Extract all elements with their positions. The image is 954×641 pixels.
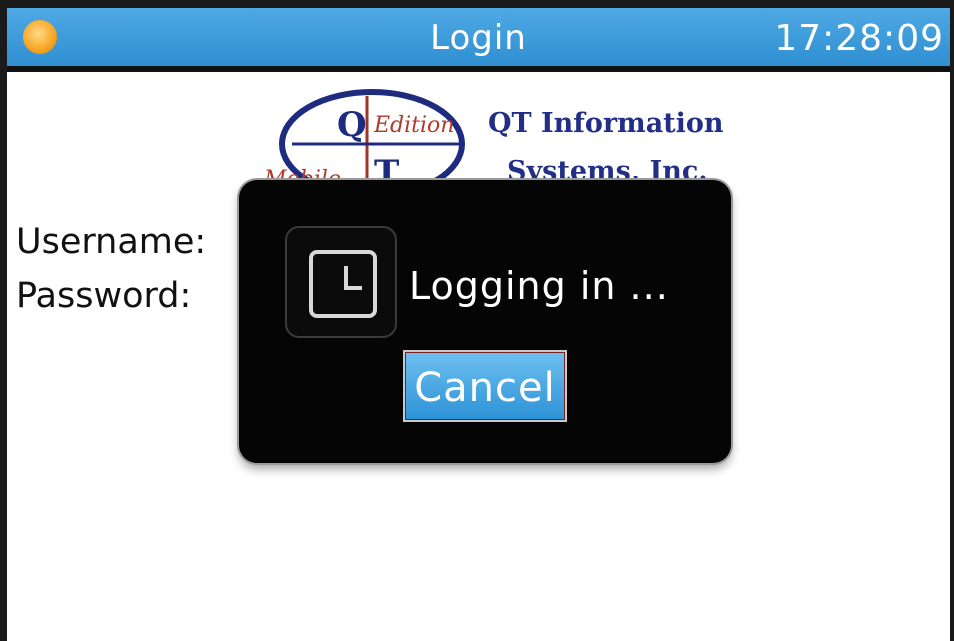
title-bar: Login 17:28:09 [7,8,950,72]
clock-text: 17:28:09 [774,18,944,59]
logging-in-dialog: Logging in ... Cancel [239,180,731,463]
clock-face [309,250,377,318]
dialog-message: Logging in ... [409,264,669,308]
clock-icon [285,226,397,338]
screen: Login 17:28:09 Q Edition Mobile T QT Inf… [0,0,954,641]
logo-q: Q [337,105,367,145]
cancel-button[interactable]: Cancel [403,350,567,422]
username-label: Username: [16,222,207,262]
clock-hand-minute [344,286,362,290]
password-label: Password: [16,276,192,316]
clock-hand-hour [344,266,348,288]
company-name-line1: QT Information [488,108,724,139]
logo-edition: Edition [373,113,454,138]
top-frame [7,0,950,8]
